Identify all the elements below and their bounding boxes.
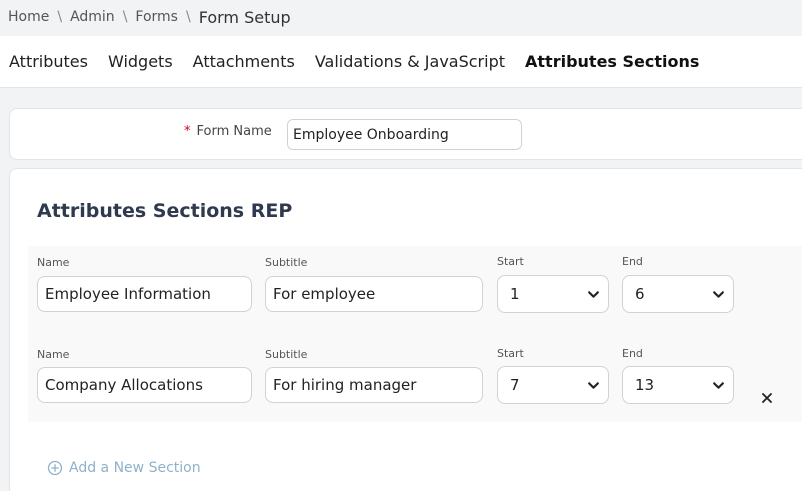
- end-select-value: 13: [635, 376, 655, 394]
- section-subtitle-input[interactable]: [265, 276, 483, 312]
- form-name-label: * Form Name: [184, 124, 272, 139]
- end-select-value: 6: [635, 285, 645, 303]
- breadcrumb-forms[interactable]: Forms: [135, 9, 178, 25]
- tab-bar: Attributes Widgets Attachments Validatio…: [0, 36, 802, 88]
- name-label: Name: [37, 256, 70, 269]
- section-title: Attributes Sections REP: [37, 200, 293, 222]
- end-select[interactable]: 13: [622, 366, 734, 404]
- end-select[interactable]: 6: [622, 275, 734, 313]
- start-select-value: 7: [510, 376, 520, 394]
- breadcrumb-admin[interactable]: Admin: [70, 9, 115, 25]
- subtitle-label: Subtitle: [265, 348, 308, 361]
- required-marker: *: [184, 124, 191, 139]
- section-name-input[interactable]: [37, 367, 252, 403]
- start-label: Start: [497, 347, 524, 360]
- chevron-down-icon: [588, 291, 599, 298]
- section-subtitle-input[interactable]: [265, 367, 483, 403]
- chevron-down-icon: [713, 291, 724, 298]
- start-select[interactable]: 7: [497, 366, 609, 404]
- add-section-label: Add a New Section: [69, 460, 201, 476]
- form-name-input[interactable]: [287, 119, 522, 150]
- tab-attributes[interactable]: Attributes: [9, 52, 88, 71]
- start-select-value: 1: [510, 285, 520, 303]
- tab-validations-javascript[interactable]: Validations & JavaScript: [315, 52, 505, 71]
- breadcrumb-home[interactable]: Home: [8, 9, 49, 25]
- plus-circle-icon: [47, 460, 63, 476]
- breadcrumb-separator: \: [57, 9, 63, 25]
- subtitle-label: Subtitle: [265, 256, 308, 269]
- form-name-label-text: Form Name: [196, 124, 272, 139]
- start-label: Start: [497, 255, 524, 268]
- section-name-input[interactable]: [37, 276, 252, 312]
- breadcrumb: Home \ Admin \ Forms \ Form Setup: [8, 6, 291, 28]
- chevron-down-icon: [588, 382, 599, 389]
- breadcrumb-current: Form Setup: [198, 7, 291, 27]
- breadcrumb-separator: \: [185, 9, 191, 25]
- add-section-button[interactable]: Add a New Section: [47, 460, 201, 476]
- tab-attachments[interactable]: Attachments: [193, 52, 295, 71]
- remove-section-button[interactable]: [758, 389, 776, 407]
- start-select[interactable]: 1: [497, 275, 609, 313]
- tab-widgets[interactable]: Widgets: [108, 52, 173, 71]
- tab-attributes-sections[interactable]: Attributes Sections: [525, 52, 699, 71]
- breadcrumb-separator: \: [122, 9, 128, 25]
- name-label: Name: [37, 348, 70, 361]
- end-label: End: [622, 347, 643, 360]
- close-icon: [762, 393, 772, 403]
- chevron-down-icon: [713, 382, 724, 389]
- end-label: End: [622, 255, 643, 268]
